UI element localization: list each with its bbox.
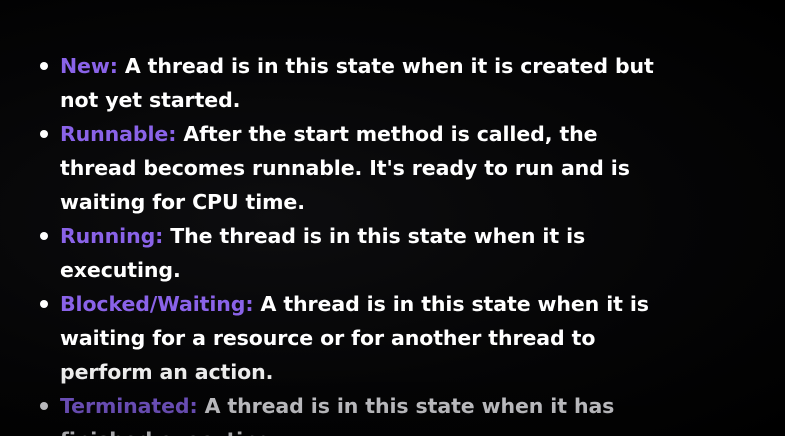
list-item-running: Running: The thread is in this state whe… xyxy=(40,219,680,287)
state-description: A thread is in this state when it is cre… xyxy=(60,54,654,112)
bullet-icon xyxy=(40,300,48,308)
list-item-runnable: Runnable: After the start method is call… xyxy=(40,117,680,219)
list-item-blocked-waiting: Blocked/Waiting: A thread is in this sta… xyxy=(40,287,680,389)
bullet-icon xyxy=(40,130,48,138)
state-term: Blocked/Waiting: xyxy=(60,292,254,316)
bullet-icon xyxy=(40,232,48,240)
slide: New: A thread is in this state when it i… xyxy=(0,0,785,436)
thread-states-list: New: A thread is in this state when it i… xyxy=(40,49,680,436)
list-item-new: New: A thread is in this state when it i… xyxy=(40,49,680,117)
list-item-terminated: Terminated: A thread is in this state wh… xyxy=(40,389,680,436)
state-term: Running: xyxy=(60,224,164,248)
state-term: New: xyxy=(60,54,118,78)
bullet-icon xyxy=(40,62,48,70)
state-term: Terminated: xyxy=(60,394,198,418)
state-term: Runnable: xyxy=(60,122,177,146)
bullet-icon xyxy=(40,402,48,410)
